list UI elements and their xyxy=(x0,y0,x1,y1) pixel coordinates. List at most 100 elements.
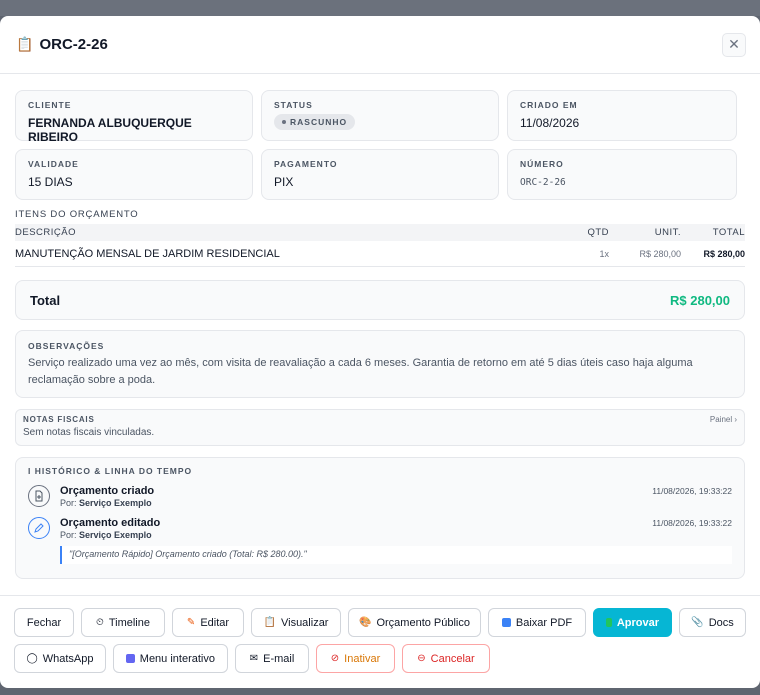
ban-icon: ⊘ xyxy=(330,653,340,664)
item-qtd: 1x xyxy=(599,248,609,259)
menu-interativo-button[interactable]: Menu interativo xyxy=(113,644,228,673)
fechar-label: Fechar xyxy=(26,616,62,629)
total-card: Total R$ 280,00 xyxy=(15,280,745,320)
aprovar-label: Aprovar xyxy=(616,616,659,629)
observacoes-card: OBSERVAÇÕES Serviço realizado uma vez ao… xyxy=(15,330,745,398)
inativar-label: Inativar xyxy=(344,652,381,665)
numero-card: NÚMERO ORC-2-26 xyxy=(507,149,737,200)
pagamento-label: PAGAMENTO xyxy=(274,159,338,169)
backdrop-bottom[interactable] xyxy=(0,688,760,695)
mail-icon: ✉ xyxy=(249,653,259,664)
status-badge: RASCUNHO xyxy=(274,114,356,130)
event-by-label: Por: xyxy=(60,498,77,508)
docs-button[interactable]: 📎 Docs xyxy=(679,608,746,637)
observacoes-text: Serviço realizado uma vez ao mês, com vi… xyxy=(28,357,693,386)
items-section-title: ITENS DO ORÇAMENTO xyxy=(15,209,139,220)
observacoes-label: OBSERVAÇÕES xyxy=(28,341,105,351)
baixar-pdf-button[interactable]: Baixar PDF xyxy=(488,608,586,637)
cancelar-label: Cancelar xyxy=(430,652,475,665)
check-icon xyxy=(606,618,612,627)
criado-value: 11/08/2026 xyxy=(520,116,580,130)
whatsapp-button[interactable]: ◯ WhatsApp xyxy=(14,644,106,673)
cliente-label: CLIENTE xyxy=(28,100,72,110)
timeline-label: Timeline xyxy=(108,616,150,629)
numero-value: ORC-2-26 xyxy=(520,177,566,188)
notas-fiscais-text: Sem notas fiscais vinculadas. xyxy=(23,427,155,438)
page-title: ORC-2-26 xyxy=(39,36,108,53)
validade-card: VALIDADE 15 DIAS xyxy=(15,149,253,200)
status-dot-icon xyxy=(282,120,286,124)
pagamento-card: PAGAMENTO PIX xyxy=(261,149,499,200)
event-date: 11/08/2026, 19:33:22 xyxy=(652,486,732,496)
cliente-card: CLIENTE FERNANDA ALBUQUERQUE RIBEIRO xyxy=(15,90,253,144)
timeline-item: Orçamento editado 11/08/2026, 19:33:22 P… xyxy=(28,517,732,564)
orcamento-publico-button[interactable]: 🎨 Orçamento Público xyxy=(348,608,481,637)
visualizar-button[interactable]: 📋 Visualizar xyxy=(251,608,341,637)
header-total: TOTAL xyxy=(712,227,745,238)
palette-icon: 🎨 xyxy=(359,617,372,628)
criado-card: CRIADO EM 11/08/2026 xyxy=(507,90,737,141)
historico-label: I HISTÓRICO & LINHA DO TEMPO xyxy=(28,466,193,476)
editar-label: Editar xyxy=(200,616,230,629)
event-by-label: Por: xyxy=(60,530,77,540)
header-unit: UNIT. xyxy=(654,227,681,238)
paperclip-icon: 📎 xyxy=(691,617,704,628)
timeline-button[interactable]: ⏲ Timeline xyxy=(81,608,165,637)
items-table-header: DESCRIÇÃO QTD UNIT. TOTAL xyxy=(15,224,745,241)
status-card: STATUS RASCUNHO xyxy=(261,90,499,141)
email-label: E-mail xyxy=(263,652,295,665)
item-unit: R$ 280,00 xyxy=(639,248,681,259)
backdrop[interactable] xyxy=(0,0,760,16)
status-label: STATUS xyxy=(274,100,313,110)
fechar-button[interactable]: Fechar xyxy=(14,608,74,637)
event-title: Orçamento editado xyxy=(60,517,161,529)
event-date: 11/08/2026, 19:33:22 xyxy=(652,518,732,528)
cancelar-button[interactable]: ⊖ Cancelar xyxy=(402,644,490,673)
numero-label: NÚMERO xyxy=(520,159,564,169)
minus-circle-icon: ⊖ xyxy=(417,653,426,664)
modal-header: 📋 ORC-2-26 ✕ xyxy=(0,16,760,74)
validade-value: 15 DIAS xyxy=(28,175,73,189)
whatsapp-icon: ◯ xyxy=(26,653,38,664)
event-by: Serviço Exemplo xyxy=(79,530,152,540)
cliente-value: FERNANDA ALBUQUERQUE RIBEIRO xyxy=(28,116,192,144)
aprovar-button[interactable]: Aprovar xyxy=(593,608,672,637)
header-qtd: QTD xyxy=(587,227,609,238)
pencil-icon: ✎ xyxy=(186,617,196,628)
whatsapp-label: WhatsApp xyxy=(42,652,94,665)
total-label: Total xyxy=(30,292,61,308)
close-icon: ✕ xyxy=(728,36,740,52)
notas-fiscais-label: NOTAS FISCAIS xyxy=(23,415,95,424)
item-total: R$ 280,00 xyxy=(703,248,745,259)
pagamento-value: PIX xyxy=(274,175,294,189)
orcamento-publico-label: Orçamento Público xyxy=(376,616,470,629)
item-desc: MANUTENÇÃO MENSAL DE JARDIM RESIDENCIAL xyxy=(15,247,280,260)
edit-icon xyxy=(28,517,50,539)
close-button[interactable]: ✕ xyxy=(722,32,746,57)
modal-footer: Fechar ⏲ Timeline ✎ Editar 📋 Visualizar … xyxy=(0,595,760,688)
event-by: Serviço Exemplo xyxy=(79,498,152,508)
download-icon xyxy=(501,618,511,627)
docs-label: Docs xyxy=(708,616,734,629)
quote-modal: 📋 ORC-2-26 ✕ CLIENTE FERNANDA ALBUQUERQU… xyxy=(0,16,760,688)
timeline-item: Orçamento criado 11/08/2026, 19:33:22 Po… xyxy=(28,485,732,508)
event-note: "[Orçamento Rápido] Orçamento criado (To… xyxy=(60,546,732,564)
email-button[interactable]: ✉ E-mail xyxy=(235,644,309,673)
notas-fiscais-card: NOTAS FISCAIS Painel › Sem notas fiscais… xyxy=(15,409,745,446)
editar-button[interactable]: ✎ Editar xyxy=(172,608,244,637)
historico-card: I HISTÓRICO & LINHA DO TEMPO Orçamento c… xyxy=(15,457,745,579)
grid-icon xyxy=(126,654,135,663)
validade-label: VALIDADE xyxy=(28,159,79,169)
visualizar-label: Visualizar xyxy=(280,616,329,629)
baixar-pdf-label: Baixar PDF xyxy=(515,616,573,629)
painel-link[interactable]: Painel › xyxy=(710,415,737,424)
criado-label: CRIADO EM xyxy=(520,100,578,110)
table-row: MANUTENÇÃO MENSAL DE JARDIM RESIDENCIAL … xyxy=(15,241,745,267)
clipboard-icon: 📋 xyxy=(16,36,34,52)
inativar-button[interactable]: ⊘ Inativar xyxy=(316,644,395,673)
header-desc: DESCRIÇÃO xyxy=(15,227,76,238)
status-value: RASCUNHO xyxy=(290,117,348,127)
clipboard-icon: 📋 xyxy=(263,617,276,628)
document-plus-icon xyxy=(28,485,50,507)
event-title: Orçamento criado xyxy=(60,485,155,497)
